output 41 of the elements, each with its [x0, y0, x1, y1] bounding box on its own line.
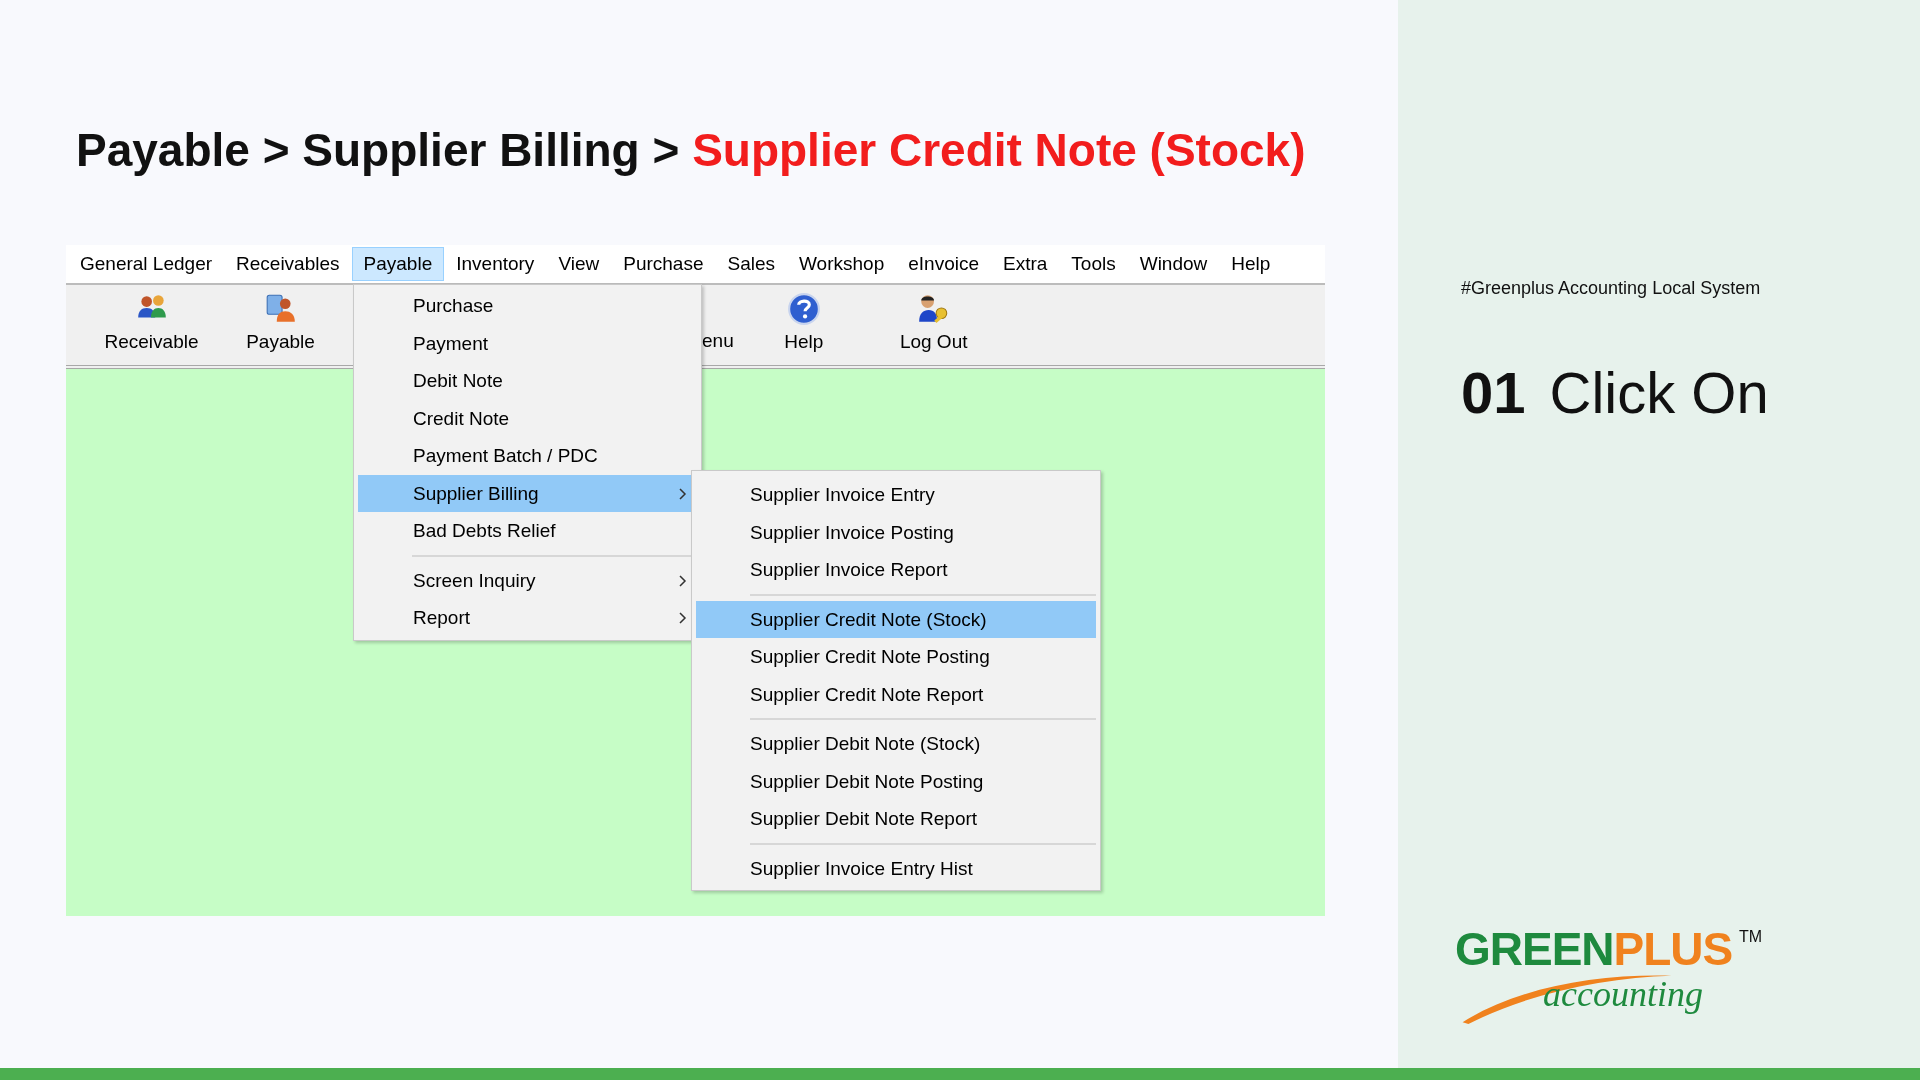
menu-item[interactable]: Purchase [611, 247, 716, 281]
menu-item[interactable]: Supplier Debit Note (Stock) [696, 725, 1096, 763]
step-number: 01 [1461, 359, 1526, 427]
menu-item[interactable]: Tools [1059, 247, 1128, 281]
page-title: Payable > Supplier Billing > Supplier Credit Note (Stock) [76, 123, 1307, 178]
menu-item[interactable]: Window [1127, 247, 1220, 281]
menu-item[interactable]: Help [1219, 247, 1283, 281]
menu-item[interactable]: Supplier Invoice Report [696, 551, 1096, 589]
payable-button[interactable]: Payable [216, 285, 345, 354]
toolbar-label: enu [702, 330, 734, 352]
logo-wordmark: GREENPLUS [1455, 924, 1733, 974]
menu-item[interactable]: Supplier Debit Note Report [696, 800, 1096, 838]
menu-item[interactable]: Payment [358, 324, 697, 362]
menu-item[interactable]: Credit Note [358, 399, 697, 437]
menu-item[interactable]: General Ledger [68, 247, 225, 281]
menu-item[interactable]: Supplier Debit Note Posting [696, 762, 1096, 800]
menu-item[interactable]: eInvoice [896, 247, 991, 281]
menu-item[interactable]: Purchase [358, 287, 697, 325]
help-icon [786, 292, 821, 326]
menu-item[interactable]: Receivables [224, 247, 352, 281]
menu-item[interactable]: Payment Batch / PDC [358, 437, 697, 475]
menu-item[interactable]: Supplier Credit Note Report [696, 675, 1096, 713]
menu-item[interactable]: Supplier Invoice Posting [696, 513, 1096, 551]
receivable-button[interactable]: Receivable [87, 285, 216, 354]
menu-item[interactable]: Supplier Invoice Entry Hist [696, 849, 1096, 887]
menu-item[interactable]: Supplier Credit Note Posting [696, 638, 1096, 676]
menu-item[interactable]: Extra [991, 247, 1060, 281]
menu-item[interactable]: Debit Note [358, 362, 697, 400]
menu-item[interactable]: Workshop [787, 247, 897, 281]
menu-item[interactable]: View [546, 247, 612, 281]
menu-item[interactable]: Sales [715, 247, 788, 281]
menu-item[interactable]: Inventory [444, 247, 547, 281]
hashtag-text: #Greenplus Accounting Local System [1461, 277, 1762, 300]
logout-button[interactable]: Log Out [878, 285, 989, 354]
logo-tagline: accounting [1543, 974, 1703, 1014]
help-button[interactable]: Help [753, 285, 854, 354]
menu-item[interactable]: Supplier Invoice Entry [696, 476, 1096, 514]
trademark-mark: TM [1739, 928, 1763, 946]
menu-item[interactable]: Payable [351, 247, 445, 281]
menu-item[interactable]: Supplier Credit Note (Stock) [696, 600, 1096, 638]
step-label: Click On [1549, 359, 1769, 427]
